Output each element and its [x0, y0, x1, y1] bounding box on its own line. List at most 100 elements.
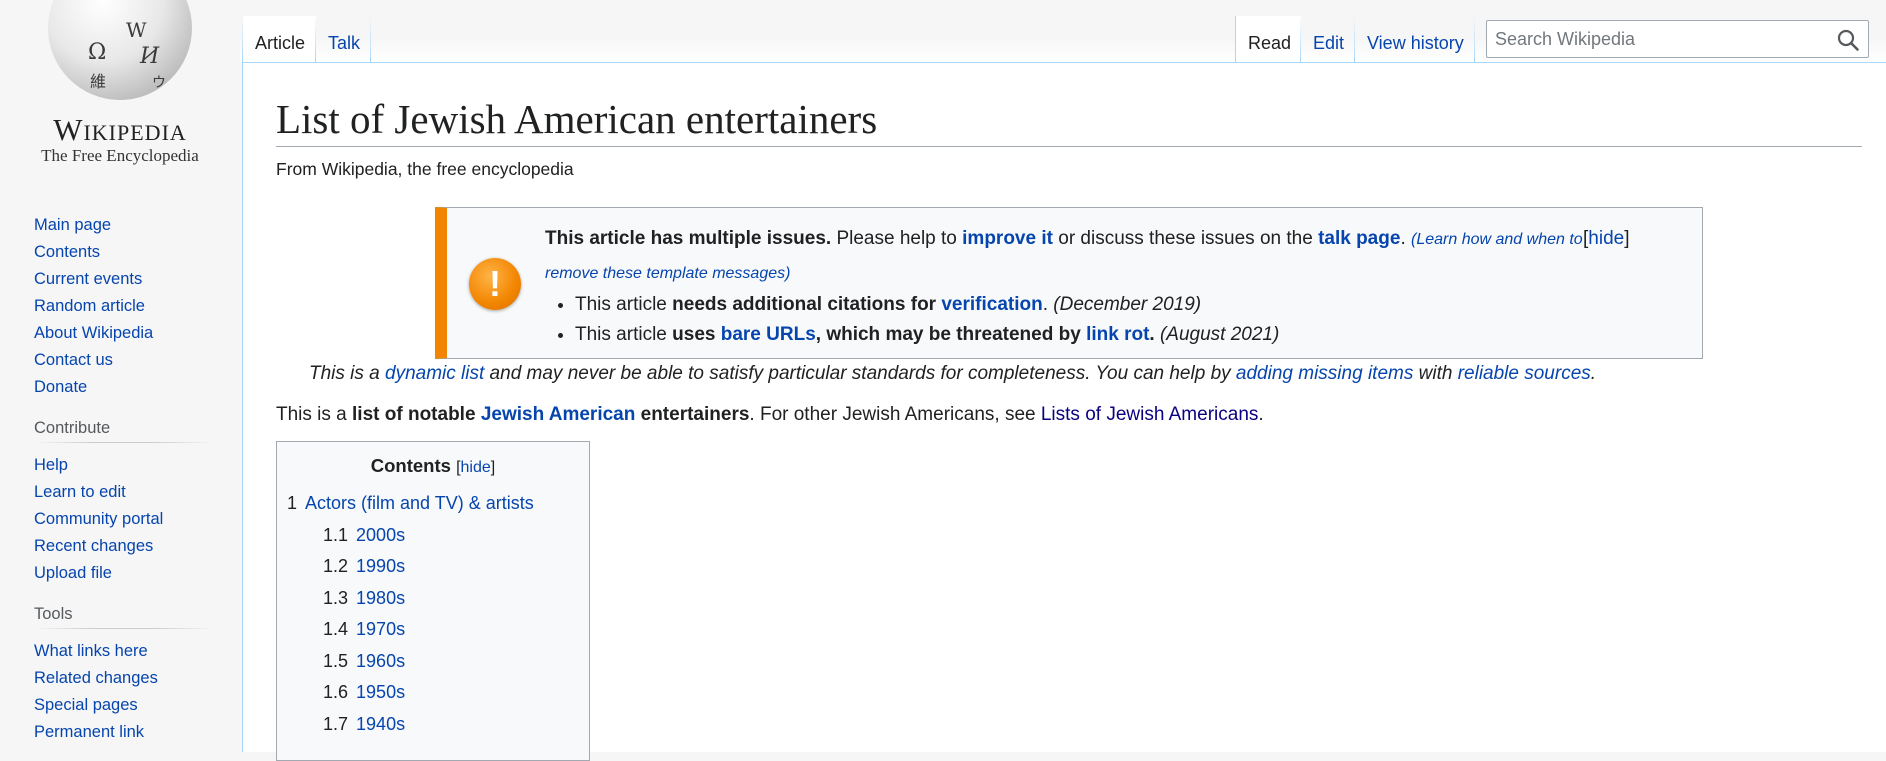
- sidebar-item-recent-changes[interactable]: Recent changes: [34, 533, 214, 560]
- toc-link[interactable]: 2000s: [356, 525, 405, 545]
- toc-item[interactable]: 1.6 1950s: [287, 677, 579, 709]
- toc-item[interactable]: 1.1 2000s: [287, 520, 579, 552]
- site-subtitle: From Wikipedia, the free encyclopedia: [276, 159, 574, 179]
- tab-talk-label: Talk: [328, 33, 361, 53]
- issue-date: (August 2021): [1159, 324, 1280, 345]
- reliable-sources-link[interactable]: reliable sources: [1458, 363, 1591, 384]
- sidebar: Main page Contents Current events Random…: [34, 212, 214, 746]
- ambox-text-fragment: or discuss these issues on the: [1052, 228, 1319, 249]
- toc-item[interactable]: 1.2 1990s: [287, 551, 579, 583]
- lead-text-bold: entertainers: [635, 404, 750, 425]
- toc-list: 1 Actors (film and TV) & artists 1.1 2000s…: [287, 488, 579, 740]
- toc-item[interactable]: 1 Actors (film and TV) & artists: [287, 488, 579, 520]
- tab-talk[interactable]: Talk: [316, 16, 371, 62]
- toc-number: 1.1: [323, 524, 349, 545]
- globe-glyph: И: [140, 44, 160, 69]
- search-input[interactable]: [1487, 21, 1817, 57]
- toc-number: 1.3: [323, 587, 349, 608]
- issue-text-bold: uses: [672, 324, 721, 345]
- dynamic-list-hatnote: This is a dynamic list and may never be …: [309, 363, 1596, 385]
- sidebar-item-permanent-link[interactable]: Permanent link: [34, 719, 214, 746]
- hatnote-text: and may never be able to satisfy particu…: [484, 363, 1236, 384]
- toc-item[interactable]: 1.7 1940s: [287, 709, 579, 741]
- verification-link[interactable]: verification: [941, 294, 1042, 315]
- improve-it-link[interactable]: improve it: [962, 228, 1053, 249]
- toc-link[interactable]: 1950s: [356, 682, 405, 702]
- sidebar-item-what-links-here[interactable]: What links here: [34, 638, 214, 665]
- sidebar-item-about-wikipedia[interactable]: About Wikipedia: [34, 320, 214, 347]
- toc-link[interactable]: 1990s: [356, 556, 405, 576]
- page-title: List of Jewish American entertainers: [276, 94, 1862, 147]
- toc-hide-link[interactable]: hide: [461, 459, 491, 476]
- toc-number: 1.6: [323, 682, 349, 702]
- sidebar-item-current-events[interactable]: Current events: [34, 266, 214, 293]
- toc-link[interactable]: 1970s: [356, 619, 405, 639]
- hatnote-text: .: [1590, 363, 1597, 384]
- issue-item: This article needs additional citations …: [575, 290, 1595, 320]
- sidebar-item-help[interactable]: Help: [34, 452, 214, 479]
- globe-glyph: Ω: [88, 40, 107, 65]
- sidebar-heading-contribute: Contribute: [34, 419, 214, 444]
- logo-wordmark: Wikipedia: [53, 112, 187, 147]
- jewish-american-link[interactable]: Jewish American: [481, 404, 636, 425]
- ambox-text: This article has multiple issues. Please…: [545, 222, 1595, 350]
- sidebar-item-related-changes[interactable]: Related changes: [34, 665, 214, 692]
- toc-link[interactable]: 1940s: [356, 714, 405, 734]
- issue-text-bold: , which may be threatened by: [815, 324, 1087, 345]
- sidebar-item-upload-file[interactable]: Upload file: [34, 560, 214, 587]
- ambox-text-fragment: Please help to: [831, 228, 963, 249]
- sidebar-item-donate[interactable]: Donate: [34, 374, 214, 401]
- globe-glyph: ウ: [152, 75, 166, 91]
- toc-number: 1: [287, 493, 298, 513]
- lists-of-jewish-americans-link[interactable]: Lists of Jewish Americans: [1041, 404, 1259, 425]
- ambox-hide-link[interactable]: hide: [1588, 228, 1624, 249]
- issue-date: (December 2019): [1053, 294, 1202, 315]
- toc-link[interactable]: 1980s: [356, 588, 405, 608]
- adding-missing-items-link[interactable]: adding missing items: [1236, 363, 1413, 384]
- ambox-hide-toggle: [hide]: [1583, 228, 1630, 249]
- tab-view-history[interactable]: View history: [1355, 16, 1475, 62]
- dynamic-list-link[interactable]: dynamic list: [385, 363, 484, 384]
- issue-text-bold: needs additional citations for: [672, 294, 942, 315]
- search-box: [1486, 20, 1869, 58]
- bare-urls-link[interactable]: bare URLs: [721, 324, 816, 345]
- sidebar-item-special-pages[interactable]: Special pages: [34, 692, 214, 719]
- sidebar-item-contact-us[interactable]: Contact us: [34, 347, 214, 374]
- talk-page-link[interactable]: talk page: [1318, 228, 1400, 249]
- toc-title: Contents [hide]: [287, 454, 579, 480]
- issue-text: This article: [575, 324, 673, 345]
- lead-text: This is a: [276, 404, 353, 425]
- sidebar-item-main-page[interactable]: Main page: [34, 212, 214, 239]
- tab-article[interactable]: Article: [243, 16, 316, 62]
- link-rot-link[interactable]: link rot: [1086, 324, 1149, 345]
- toc-item[interactable]: 1.5 1960s: [287, 646, 579, 678]
- warning-icon: !: [469, 258, 521, 310]
- globe-glyph: W: [126, 18, 147, 42]
- toc-link[interactable]: Actors (film and TV) & artists: [305, 493, 534, 513]
- toc-item[interactable]: 1.4 1970s: [287, 614, 579, 646]
- sidebar-tools: What links here Related changes Special …: [34, 638, 214, 746]
- sidebar-item-random-article[interactable]: Random article: [34, 293, 214, 320]
- toc-item[interactable]: 1.3 1980s: [287, 583, 579, 615]
- ambox-heading: This article has multiple issues.: [545, 228, 832, 249]
- toc-number: 1.2: [323, 556, 349, 576]
- tab-read[interactable]: Read: [1235, 16, 1301, 62]
- puzzle-globe-icon: Ω W И 維 ウ: [48, 0, 192, 100]
- hatnote-text: with: [1413, 363, 1458, 384]
- tab-edit[interactable]: Edit: [1301, 16, 1355, 62]
- tab-article-label: Article: [255, 33, 306, 53]
- wikipedia-logo[interactable]: Ω W И 維 ウ Wikipedia The Free Encyclopedi…: [0, 0, 240, 172]
- hatnote-text: This is a: [309, 363, 386, 384]
- table-of-contents: Contents [hide] 1 Actors (film and TV) & …: [276, 441, 590, 761]
- lead-text: .: [1258, 404, 1264, 425]
- sidebar-item-learn-to-edit[interactable]: Learn to edit: [34, 479, 214, 506]
- toc-toggle: [hide]: [456, 459, 496, 476]
- issue-text: This article: [575, 294, 673, 315]
- toc-heading: Contents: [370, 455, 451, 476]
- toc-link[interactable]: 1960s: [356, 651, 405, 671]
- search-icon[interactable]: [1836, 28, 1860, 52]
- sidebar-item-community-portal[interactable]: Community portal: [34, 506, 214, 533]
- tab-read-label: Read: [1248, 33, 1292, 53]
- sidebar-item-contents[interactable]: Contents: [34, 239, 214, 266]
- sidebar-contribute: Help Learn to edit Community portal Rece…: [34, 452, 214, 587]
